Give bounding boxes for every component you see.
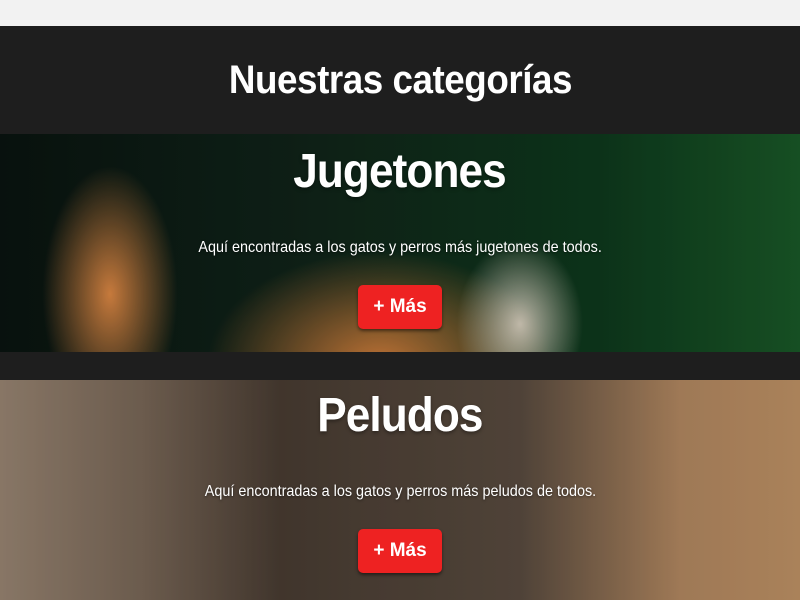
category-description: Aquí encontradas a los gatos y perros má…: [198, 239, 602, 256]
category-card-peludos: Peludos Aquí encontradas a los gatos y p…: [0, 380, 800, 600]
section-divider: [0, 352, 800, 380]
more-button[interactable]: + Más: [358, 285, 442, 329]
category-card-jugetones: Jugetones Aquí encontradas a los gatos y…: [0, 134, 800, 352]
category-description: Aquí encontradas a los gatos y perros má…: [204, 483, 596, 500]
category-title: Peludos: [317, 389, 483, 442]
top-strip: [0, 0, 800, 26]
more-button[interactable]: + Más: [358, 529, 442, 573]
page-header: Nuestras categorías: [0, 26, 800, 134]
category-title: Jugetones: [293, 145, 507, 198]
page-title: Nuestras categorías: [228, 57, 572, 102]
